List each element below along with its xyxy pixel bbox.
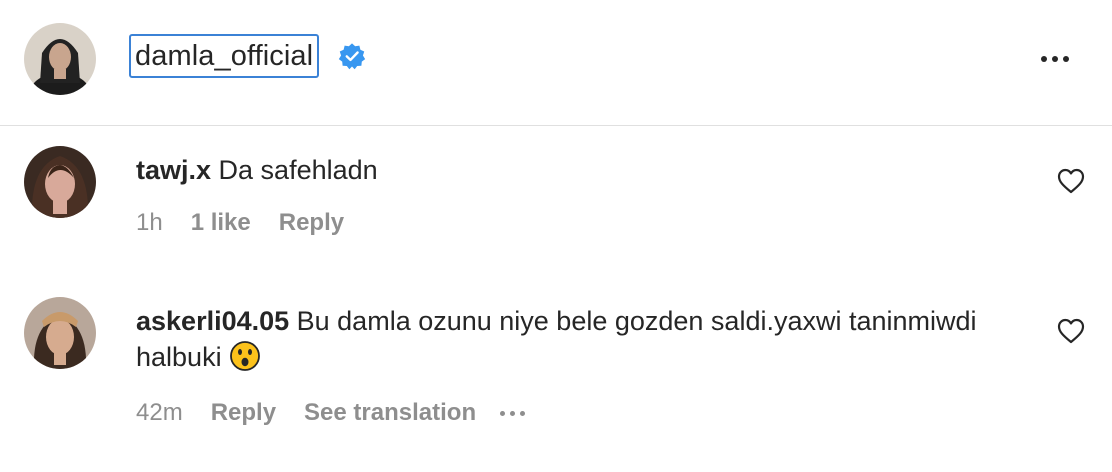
like-heart-icon[interactable] xyxy=(1057,168,1085,194)
author-username[interactable]: damla_official xyxy=(129,34,320,78)
comment-likes[interactable]: 1 like xyxy=(191,209,251,237)
post-header: damla_official xyxy=(0,0,1112,126)
comment-body: askerli04.05 Bu damla ozunu niye bele go… xyxy=(136,303,1016,375)
comment-meta: 42m Reply See translation xyxy=(136,399,526,427)
comment-time[interactable]: 42m xyxy=(136,399,183,427)
more-dot xyxy=(1052,56,1058,62)
more-dot xyxy=(510,410,516,416)
more-dot xyxy=(1041,56,1047,62)
comment-more-icon[interactable] xyxy=(500,410,526,416)
comment-meta: 1h 1 like Reply xyxy=(136,209,344,237)
more-options-icon[interactable] xyxy=(1030,44,1080,74)
verified-badge-icon xyxy=(338,43,366,70)
more-dot xyxy=(520,410,526,416)
more-dot xyxy=(1063,56,1069,62)
reply-button[interactable]: Reply xyxy=(279,209,344,237)
reply-button[interactable]: Reply xyxy=(211,399,276,427)
comment-username[interactable]: askerli04.05 xyxy=(136,306,289,336)
author-username-text: damla_official xyxy=(135,39,314,72)
astonished-face-emoji-icon xyxy=(230,341,260,371)
see-translation-button[interactable]: See translation xyxy=(304,399,476,427)
like-heart-icon[interactable] xyxy=(1057,318,1085,344)
comment-avatar[interactable] xyxy=(24,297,96,369)
comment-time[interactable]: 1h xyxy=(136,209,163,237)
comment-username[interactable]: tawj.x xyxy=(136,155,211,185)
author-avatar[interactable] xyxy=(24,23,96,95)
comment-avatar[interactable] xyxy=(24,146,96,218)
comment-body: tawj.x Da safehladn xyxy=(136,152,1016,188)
comment-text: Da safehladn xyxy=(211,155,378,185)
more-dot xyxy=(500,410,506,416)
